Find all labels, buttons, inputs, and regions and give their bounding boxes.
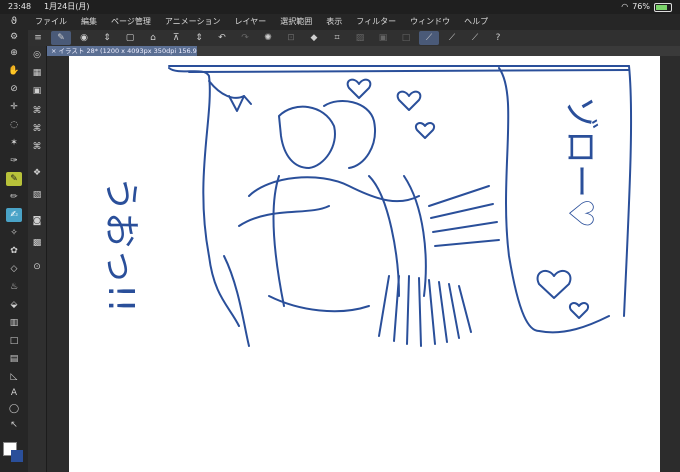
menu-animation[interactable]: アニメーション (158, 14, 228, 30)
lasso-select-icon[interactable]: ✺ (258, 31, 278, 45)
tool-palette: ⚙ ⊕ ✋ ⊘ ✛ ◌ ✶ ✑ ✎ ✏ ✍ ✧ ✿ ◇ ♨ ⬙ ▥ □ ▤ ◺ … (0, 30, 28, 472)
snap-off-icon[interactable]: ▨ (350, 31, 370, 45)
shape-icon[interactable]: □ (6, 334, 22, 348)
ruler-icon[interactable]: ◺ (6, 370, 22, 384)
hand-icon[interactable]: ✋ (6, 64, 22, 78)
menu-help[interactable]: ヘルプ (457, 14, 495, 30)
document-tab-bar: × イラスト 28* (1200 x 4093px 350dpi 156.9%) (47, 46, 680, 56)
frame-icon[interactable]: ▤ (6, 352, 22, 366)
clock: 23:48 (8, 2, 32, 11)
navigator-icon[interactable]: ▣ (29, 84, 45, 98)
move-icon[interactable]: ✛ (6, 100, 22, 114)
layer-icon[interactable]: ▦ (29, 66, 45, 80)
drawing-canvas[interactable]: うおっ!! ゾロー♡ (69, 56, 660, 472)
brush-tool-icon[interactable]: ✍ (6, 208, 22, 222)
canvas-area[interactable]: うおっ!! ゾロー♡ (47, 56, 680, 472)
battery-icon (654, 2, 672, 12)
balloon-icon[interactable]: ◯ (6, 402, 22, 416)
ruler-pen-icon[interactable]: ⟋ (465, 31, 485, 45)
open-folder-icon[interactable]: ⌂ (143, 31, 163, 45)
decoration-icon[interactable]: ✿ (6, 244, 22, 258)
settings-icon[interactable]: ⚙ (6, 30, 22, 44)
wifi-icon: ◠ (621, 2, 629, 11)
snap-off-icon[interactable]: □ (396, 31, 416, 45)
eyedropper-icon[interactable]: ⊘ (6, 82, 22, 96)
sub-tool-palette: ◎ ▦ ▣ ⌘ ⌘ ⌘ ❖ ▧ ◙ ▩ ⊙ (28, 46, 47, 472)
menu-view[interactable]: 表示 (319, 14, 349, 30)
menu-edit[interactable]: 編集 (74, 14, 104, 30)
ruler-pen-icon[interactable]: ⟋ (442, 31, 462, 45)
menu-page[interactable]: ページ管理 (104, 14, 158, 30)
sub-color-swatch[interactable] (11, 450, 23, 462)
fill-tool-icon[interactable]: ⬙ (6, 298, 22, 312)
menu-file[interactable]: ファイル (28, 14, 74, 30)
correction-icon[interactable]: ↖ (6, 418, 22, 432)
menu-icon[interactable]: ≡ (28, 31, 48, 45)
sfx-text-left: うおっ!! (100, 176, 141, 313)
sfx-text-right: ゾロー♡ (560, 96, 600, 228)
status-bar: 23:48 1月24日(月) ◠ 76% (0, 0, 680, 14)
save-icon[interactable]: ⊼ (166, 31, 186, 45)
menu-bar: ϑ ファイル 編集 ページ管理 アニメーション レイヤー 選択範囲 表示 フィル… (0, 14, 680, 30)
blend-icon[interactable]: ♨ (6, 280, 22, 294)
date: 1月24日(月) (44, 2, 90, 11)
gradient-icon[interactable]: ▥ (6, 316, 22, 330)
brush-icon[interactable]: ✎ (51, 31, 71, 45)
menu-layer[interactable]: レイヤー (228, 14, 274, 30)
snap-off-icon[interactable]: ▣ (373, 31, 393, 45)
text-icon[interactable]: A (6, 386, 22, 400)
battery-percent: 76% (632, 2, 650, 11)
menu-filter[interactable]: フィルター (349, 14, 403, 30)
pencil-icon[interactable]: ✏ (6, 190, 22, 204)
eye-icon[interactable]: ◉ (74, 31, 94, 45)
zoom-icon[interactable]: ⊕ (6, 46, 22, 60)
camera-icon[interactable]: ◙ (29, 214, 45, 228)
lasso-icon[interactable]: ◌ (6, 118, 22, 132)
material-icon[interactable]: ❖ (29, 166, 45, 180)
menu-window[interactable]: ウィンドウ (403, 14, 457, 30)
fill-icon[interactable]: ◆ (304, 31, 324, 45)
transform-icon[interactable]: ⊡ (281, 31, 301, 45)
new-file-icon[interactable]: ▢ (120, 31, 140, 45)
help-icon[interactable]: ? (488, 31, 508, 45)
status-right: ◠ 76% (621, 0, 672, 14)
undo-icon[interactable]: ↶ (212, 31, 232, 45)
airbrush-icon[interactable]: ✧ (6, 226, 22, 240)
crop-icon[interactable]: ⌗ (327, 31, 347, 45)
chevron-updown-icon[interactable]: ⇕ (97, 31, 117, 45)
document-tab[interactable]: × イラスト 28* (1200 x 4093px 350dpi 156.9%) (47, 46, 197, 56)
magic-wand-icon[interactable]: ✶ (6, 136, 22, 150)
pen-icon[interactable]: ✎ (6, 172, 22, 186)
sketch-strokes: うおっ!! ゾロー♡ (100, 65, 633, 347)
history-icon[interactable]: ▩ (29, 236, 45, 250)
stabilizer-icon[interactable]: ⌘ (29, 122, 45, 136)
image-icon[interactable]: ▧ (29, 188, 45, 202)
ruler-pen-icon[interactable]: ⟋ (419, 31, 439, 45)
brush-size-icon[interactable]: ⌘ (29, 104, 45, 118)
eraser-icon[interactable]: ◇ (6, 262, 22, 276)
redo-icon[interactable]: ↷ (235, 31, 255, 45)
command-bar: ≡ ✎ ◉ ⇕ ▢ ⌂ ⊼ ⇕ ↶ ↷ ✺ ⊡ ◆ ⌗ ▨ ▣ □ ⟋ ⟋ ⟋ … (28, 30, 680, 47)
app-logo-icon[interactable]: ϑ (0, 14, 28, 30)
dropper-icon[interactable]: ✑ (6, 154, 22, 168)
texture-icon[interactable]: ⌘ (29, 140, 45, 154)
search-icon[interactable]: ⊙ (29, 260, 45, 274)
chevron-updown-icon[interactable]: ⇕ (189, 31, 209, 45)
pen-subtool-icon[interactable]: ◎ (29, 48, 45, 62)
menu-selection[interactable]: 選択範囲 (273, 14, 319, 30)
